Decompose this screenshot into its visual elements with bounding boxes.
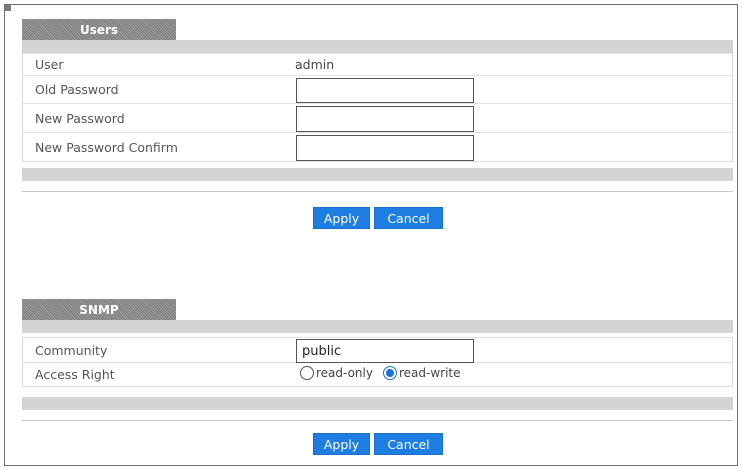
read-only-radio[interactable]: [300, 366, 314, 380]
new-password-confirm-row: New Password Confirm: [23, 133, 732, 162]
new-password-row: New Password: [23, 104, 732, 133]
snmp-footer-bar: [22, 397, 733, 410]
access-right-label: Access Right: [35, 367, 115, 382]
users-section-tab: Users: [22, 19, 176, 40]
user-row: User admin: [23, 53, 732, 76]
snmp-tab-title: SNMP: [79, 302, 119, 317]
settings-panel: Users User admin Old Password New Passwo…: [4, 4, 738, 466]
users-header-bar: [22, 40, 733, 53]
users-table: User admin Old Password New Password New…: [22, 53, 733, 162]
snmp-separator: [22, 420, 733, 421]
old-password-label: Old Password: [35, 82, 119, 97]
user-label: User: [35, 57, 64, 72]
read-write-option[interactable]: read-write: [382, 366, 461, 380]
old-password-row: Old Password: [23, 76, 732, 104]
new-password-input[interactable]: [296, 106, 474, 132]
new-password-confirm-input[interactable]: [296, 135, 474, 161]
read-write-label: read-write: [398, 366, 461, 380]
access-right-row: Access Right read-only read-write: [23, 363, 732, 387]
corner-marker: [5, 5, 11, 11]
users-cancel-button[interactable]: Cancel: [374, 207, 443, 229]
users-separator: [22, 191, 733, 192]
new-password-confirm-label: New Password Confirm: [35, 139, 178, 155]
user-value: admin: [295, 57, 335, 72]
snmp-header-bar: [22, 320, 733, 333]
snmp-apply-button[interactable]: Apply: [313, 433, 370, 455]
users-apply-button[interactable]: Apply: [313, 207, 370, 229]
community-label: Community: [35, 342, 108, 358]
read-only-label: read-only: [316, 366, 373, 380]
new-password-label: New Password: [35, 110, 125, 126]
users-tab-title: Users: [79, 22, 119, 37]
community-input[interactable]: [296, 339, 474, 363]
access-right-radio-group: read-only read-write: [300, 366, 467, 380]
old-password-input[interactable]: [296, 78, 474, 103]
snmp-section-tab: SNMP: [22, 299, 176, 320]
snmp-cancel-button[interactable]: Cancel: [374, 433, 443, 455]
snmp-table: Community Access Right read-only read-wr…: [22, 337, 733, 387]
read-only-option[interactable]: read-only: [300, 366, 373, 380]
read-write-radio[interactable]: [382, 366, 397, 380]
community-row: Community: [23, 337, 732, 363]
users-footer-bar: [22, 168, 733, 181]
